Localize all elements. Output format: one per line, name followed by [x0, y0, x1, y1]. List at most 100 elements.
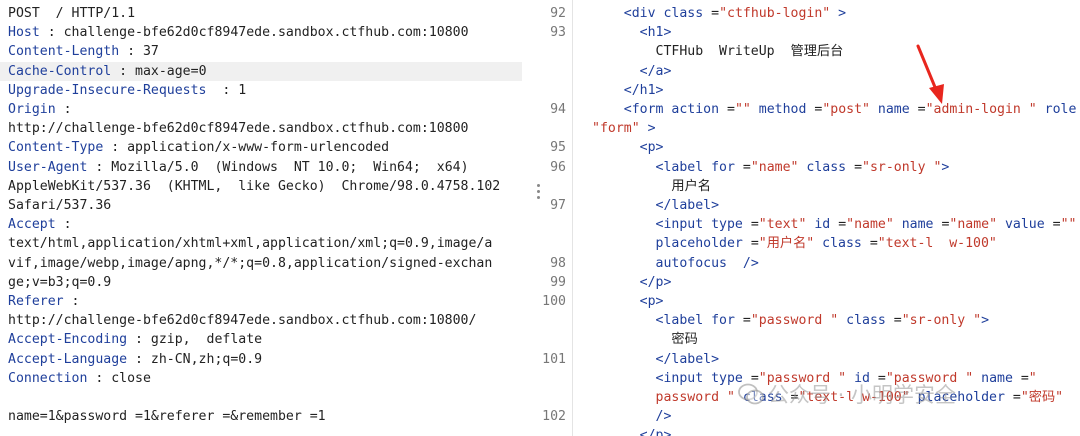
- html-attribute: name: [877, 102, 910, 117]
- html-attribute: placeholder: [655, 236, 743, 252]
- code-line: </p>: [592, 426, 672, 436]
- html-attribute: class: [806, 159, 847, 175]
- html-tag: <label: [655, 313, 712, 329]
- code-line: </h1>: [592, 81, 664, 100]
- code-line: CTFHub WriteUp 管理后台: [592, 42, 844, 61]
- code-text: =: [742, 236, 759, 252]
- line-number: [0, 234, 566, 253]
- code-text: =: [703, 6, 720, 21]
- watermark-text: 公众号 · 小明学安全: [768, 383, 957, 407]
- code-line: <form action ="" method ="post" name ="a…: [592, 100, 1080, 119]
- html-tag: </p>: [639, 428, 672, 436]
- attribute-value: "text-l w-100": [877, 236, 997, 252]
- html-attribute: action: [671, 102, 720, 117]
- html-tag: <label: [655, 159, 712, 175]
- html-tag: <form: [623, 102, 672, 117]
- line-number: [0, 215, 566, 234]
- attribute-value: "ctfhub-login": [719, 6, 831, 21]
- html-tag: </h1>: [623, 82, 664, 98]
- code-text: CTFHub WriteUp 管理后台: [655, 44, 844, 60]
- code-line: <p>: [592, 138, 664, 157]
- attribute-value: "post": [822, 102, 870, 117]
- attribute-value: "": [1060, 217, 1077, 233]
- red-arrow-annotation: [916, 44, 944, 104]
- line-number: 96: [550, 159, 566, 175]
- attribute-value: "sr-only ": [862, 159, 942, 175]
- line-number: 93: [550, 25, 566, 41]
- code-line: </label>: [592, 350, 720, 369]
- line-number: [0, 81, 566, 100]
- code-text: =: [1076, 102, 1080, 117]
- line-number: [0, 119, 566, 138]
- response-pane[interactable]: <div class ="ctfhub-login" > <h1> CTFHub…: [572, 0, 1080, 436]
- code-line: <h1>: [592, 23, 672, 42]
- watermark: 公众号 · 小明学安全: [738, 380, 1074, 410]
- line-number: 94: [550, 102, 566, 117]
- code-line: <div class ="ctfhub-login" >: [592, 4, 846, 23]
- html-attribute: class: [822, 236, 862, 252]
- html-tag: >: [639, 121, 656, 137]
- line-number: 100: [542, 294, 566, 309]
- html-tag: <input: [655, 370, 712, 386]
- code-text: =: [742, 217, 759, 233]
- html-attribute: class: [846, 313, 886, 329]
- code-text: =: [734, 159, 751, 175]
- html-attribute: method: [758, 102, 807, 117]
- line-number: 97: [550, 198, 566, 213]
- code-line: </a>: [592, 62, 672, 81]
- code-text: 用户名: [671, 178, 711, 194]
- html-tag: >: [981, 313, 990, 329]
- code-text: 密码: [671, 332, 698, 348]
- code-text: =: [885, 313, 902, 329]
- line-number: 99: [550, 274, 566, 290]
- html-attribute: id: [814, 217, 831, 233]
- attribute-value: "text": [758, 217, 807, 233]
- code-text: =: [806, 102, 823, 117]
- code-line: <p>: [592, 292, 664, 311]
- html-attribute: type: [711, 217, 743, 233]
- html-tag: </p>: [639, 274, 672, 290]
- html-tag: </a>: [639, 63, 672, 79]
- code-line: 密码: [592, 330, 698, 349]
- attribute-value: "name": [846, 217, 894, 233]
- code-line: <label for ="password " class ="sr-only …: [592, 311, 990, 330]
- line-number: [0, 388, 566, 407]
- html-tag: />: [742, 255, 759, 271]
- line-number: 101: [542, 351, 566, 367]
- html-tag: <p>: [639, 140, 664, 156]
- attribute-value: "password ": [750, 313, 839, 329]
- html-attribute: autofocus: [655, 255, 727, 271]
- line-number: 92: [550, 6, 566, 21]
- html-tag: />: [655, 409, 672, 425]
- code-text: =: [734, 313, 751, 329]
- html-tag: <div: [623, 6, 664, 21]
- code-line: 用户名: [592, 177, 711, 196]
- html-tag: <input: [655, 217, 712, 233]
- code-line: />: [592, 407, 672, 426]
- line-number: [0, 369, 566, 388]
- code-line: "form" >: [592, 119, 656, 138]
